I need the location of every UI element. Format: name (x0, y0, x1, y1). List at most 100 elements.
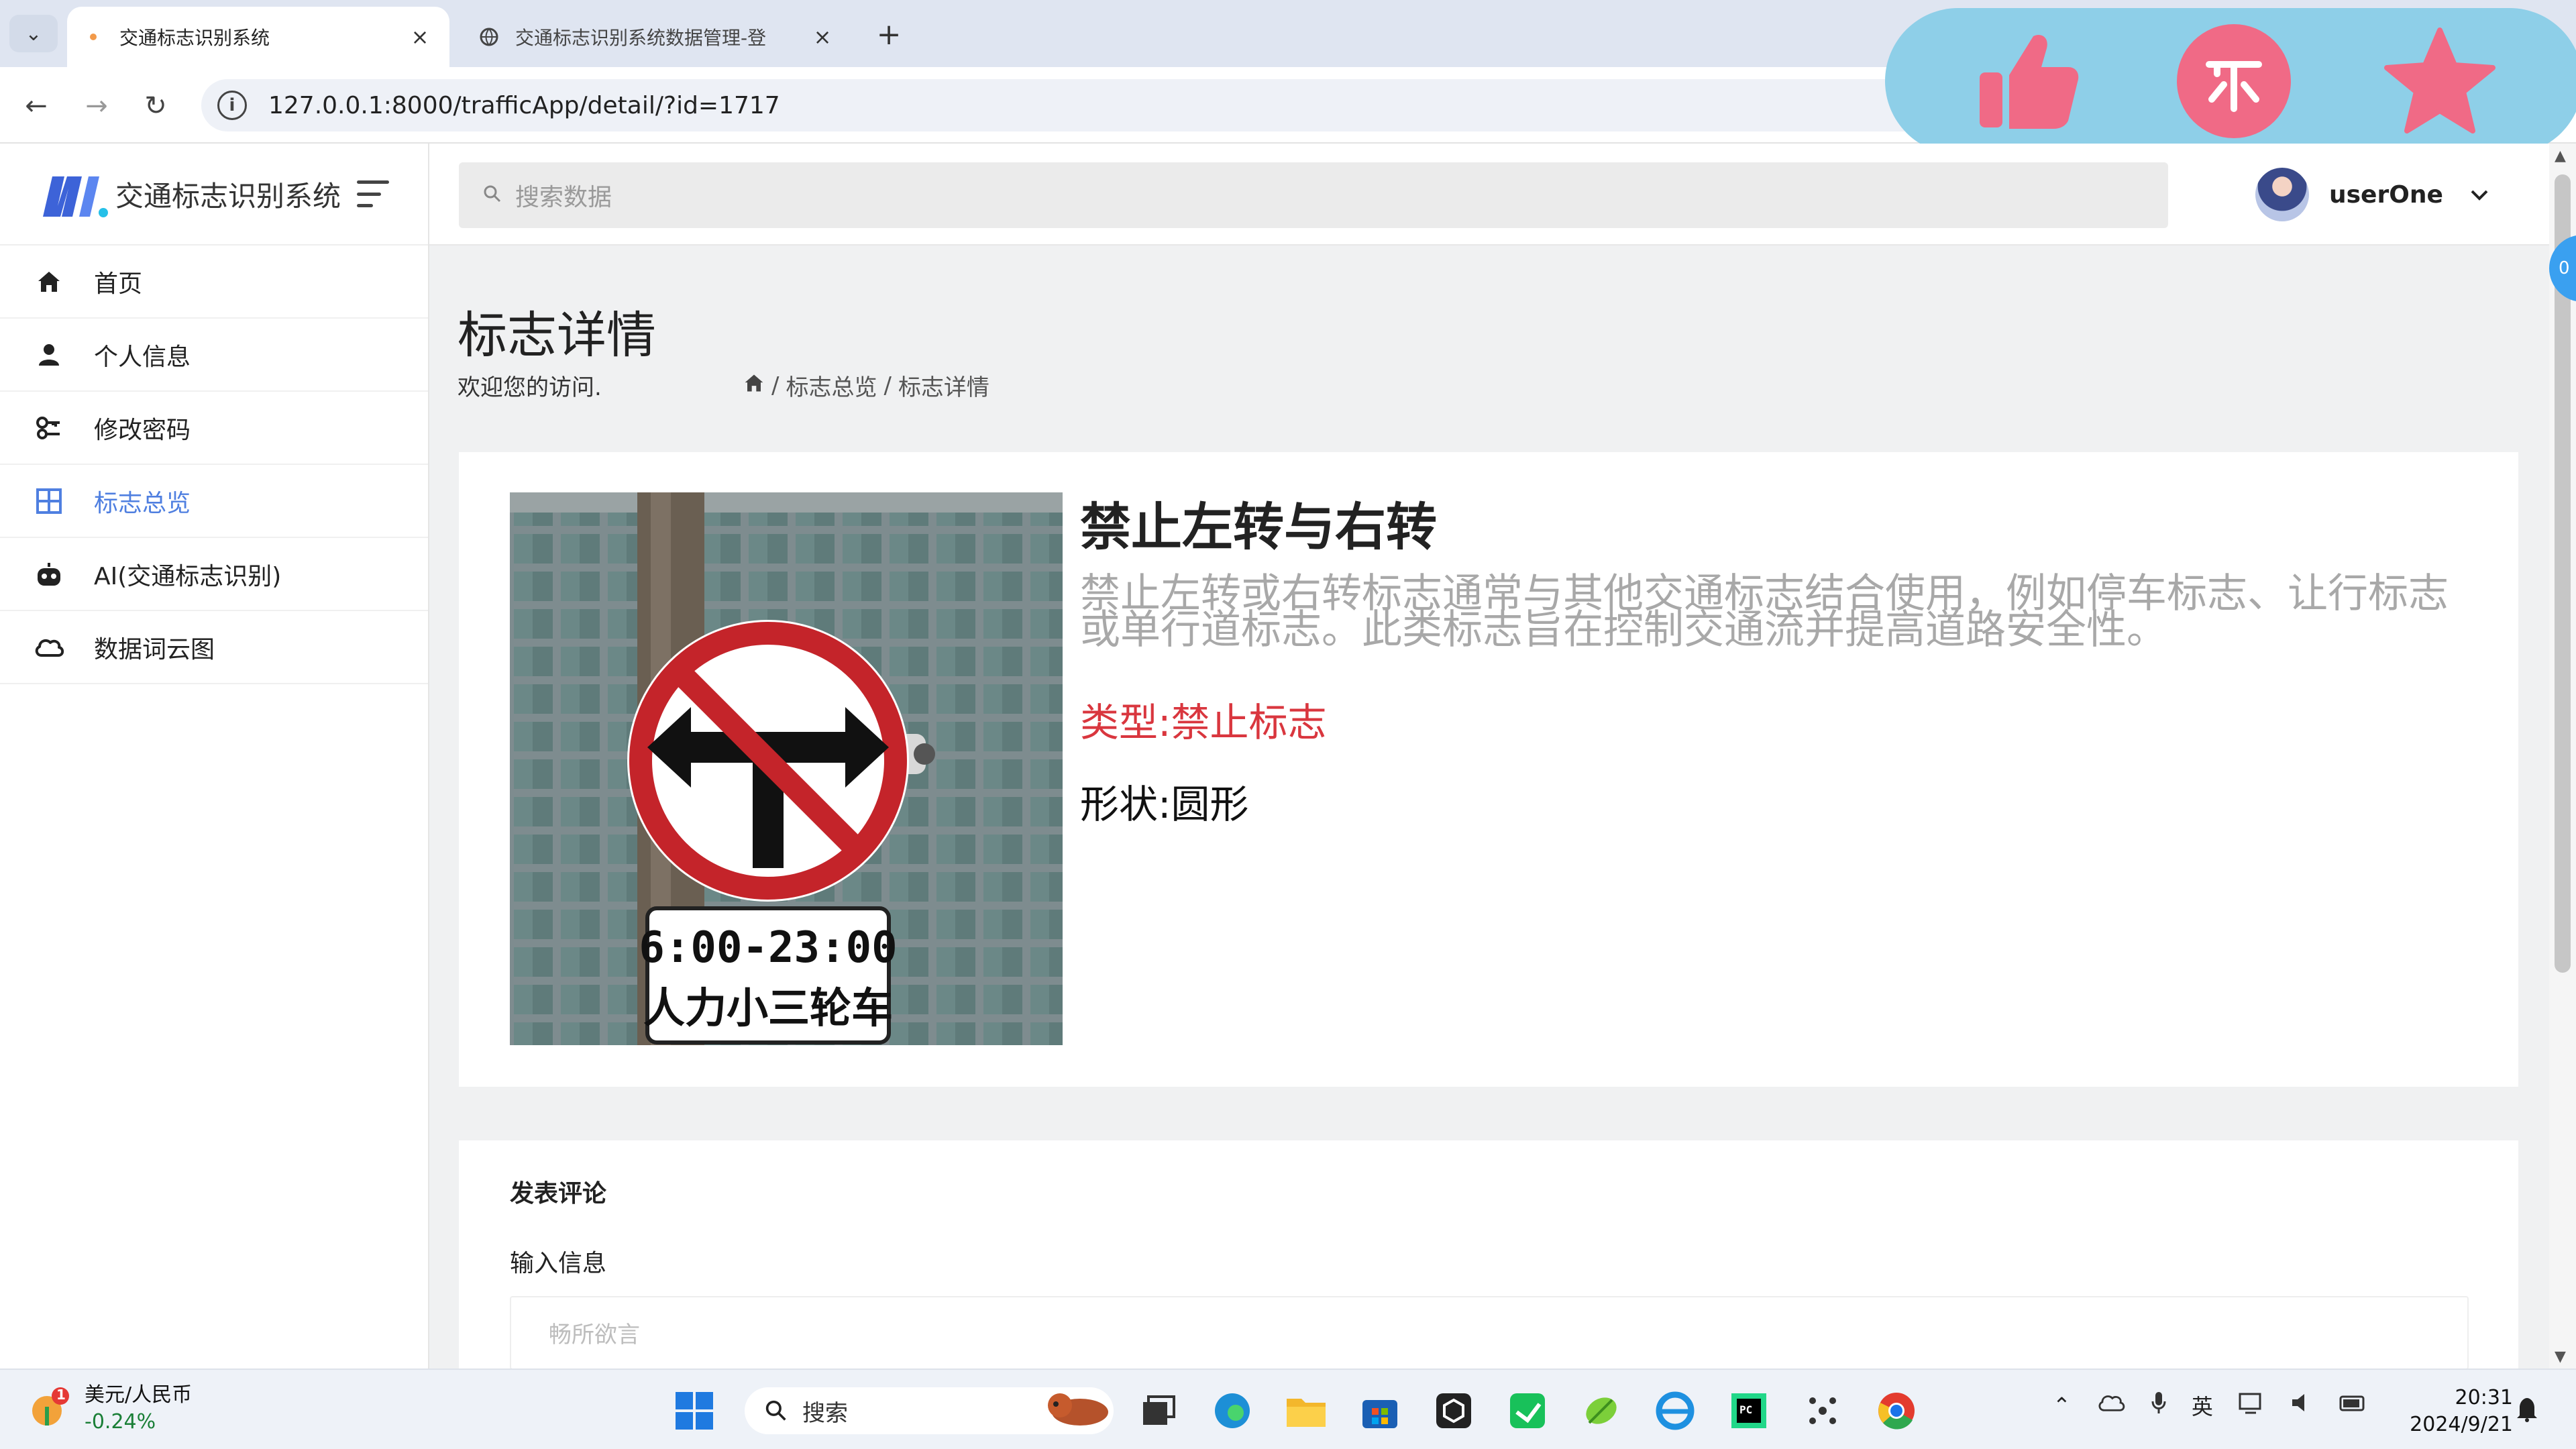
star-icon[interactable] (2383, 24, 2497, 138)
edge-icon[interactable] (1202, 1383, 1263, 1438)
key-icon (34, 413, 64, 443)
reaction-bar (1885, 8, 2576, 154)
breadcrumb-separator: / (771, 372, 780, 399)
tab-inactive[interactable]: 交通标志识别系统数据管理-登 × (463, 7, 852, 67)
sidebar-item-label: 个人信息 (94, 343, 191, 371)
wechat-icon[interactable] (1497, 1383, 1558, 1438)
widget-title: 美元/人民币 (85, 1383, 193, 1407)
sidebar-item-ai[interactable]: AI(交通标志识别) (0, 538, 428, 611)
system-tray: ⌃ 英 (2053, 1390, 2367, 1421)
page-title: 标志详情 (458, 307, 656, 364)
close-icon[interactable]: × (809, 23, 836, 50)
home-icon[interactable] (743, 372, 765, 399)
volume-icon[interactable] (2291, 1393, 2314, 1418)
tab-label: 交通标志识别系统数据管理-登 (515, 27, 767, 49)
battery-icon[interactable] (2339, 1393, 2367, 1418)
site-info-icon[interactable]: i (217, 91, 247, 120)
breadcrumb-separator: / (883, 372, 892, 399)
file-explorer-icon[interactable] (1276, 1383, 1336, 1438)
sign-image-caption: 人力小三轮车 (643, 983, 893, 1032)
grid-icon (34, 486, 64, 517)
breadcrumb-current: 标志详情 (898, 374, 989, 401)
store-icon[interactable] (1350, 1383, 1410, 1438)
brand: 交通标志识别系统 (0, 144, 428, 246)
task-view-icon[interactable] (1128, 1383, 1189, 1438)
main-content: 标志详情 欢迎您的访问. / 标志总览 / 标志详情 6:00-23:00 人力… (429, 246, 2549, 1409)
user-icon (34, 339, 64, 370)
pycharm-icon[interactable]: PC (1719, 1383, 1779, 1438)
taskbar-apps: 搜索 PC (664, 1383, 1940, 1438)
red-panda-icon (1040, 1388, 1114, 1434)
system-clock[interactable]: 20:31 2024/9/21 (2406, 1385, 2513, 1438)
new-tab-button[interactable]: + (872, 17, 906, 52)
currency-icon: 1 (27, 1387, 71, 1431)
network-app-icon[interactable] (1792, 1383, 1853, 1438)
sidebar-item-label: 数据词云图 (94, 635, 215, 663)
close-icon[interactable]: × (407, 23, 433, 50)
user-menu[interactable]: userOne (2255, 168, 2489, 221)
os-taskbar: 1 美元/人民币 -0.24% 搜索 PC ⌃ 英 20:31 2024/9/2… (0, 1368, 2576, 1449)
widget-badge: 1 (56, 1387, 66, 1403)
url-text: 127.0.0.1:8000/trafficApp/detail/?id=171… (268, 91, 780, 119)
sign-photo: 6:00-23:00 人力小三轮车 (510, 492, 1063, 1045)
onedrive-icon[interactable] (2096, 1393, 2126, 1418)
app-header: 搜索数据 userOne (429, 144, 2549, 246)
comment-input[interactable]: 畅所欲言 (510, 1296, 2469, 1370)
sign-detail-card: 6:00-23:00 人力小三轮车 禁止左转与右转 禁止左转或右转标志通常与其他… (459, 452, 2518, 1087)
breadcrumb-link[interactable]: 标志总览 (786, 369, 877, 402)
chevron-up-icon[interactable]: ⌃ (2053, 1393, 2071, 1418)
tab-active[interactable]: 交通标志识别系统 × (67, 7, 449, 67)
forward-icon[interactable]: → (78, 87, 115, 125)
sidebar: 交通标志识别系统 首页 个人信息 修改密码 标志总览 AI(交通标志识别) 数据… (0, 144, 429, 1368)
tab-list-button[interactable]: ⌄ (9, 15, 58, 52)
coin-icon[interactable] (2176, 24, 2291, 138)
back-icon[interactable]: ← (17, 87, 55, 125)
ie-icon[interactable] (1645, 1383, 1705, 1438)
comment-title: 发表评论 (510, 1180, 607, 1208)
menu-toggle-icon[interactable] (357, 180, 390, 207)
network-icon[interactable] (2239, 1391, 2265, 1419)
clock-time: 20:31 (2455, 1386, 2513, 1409)
search-input[interactable]: 搜索数据 (459, 162, 2168, 228)
comment-label: 输入信息 (510, 1250, 607, 1277)
microphone-icon[interactable] (2151, 1391, 2166, 1420)
clock-date: 2024/9/21 (2410, 1413, 2513, 1436)
sidebar-item-label: 标志总览 (94, 489, 191, 517)
reload-icon[interactable]: ↻ (137, 87, 174, 125)
sidebar-item-password[interactable]: 修改密码 (0, 392, 428, 465)
sidebar-item-wordcloud[interactable]: 数据词云图 (0, 611, 428, 684)
avatar (2255, 168, 2309, 221)
scroll-up-icon[interactable]: ▲ (2555, 148, 2566, 164)
sign-type: 类型:禁止标志 (1080, 700, 1327, 745)
cloud-icon (34, 632, 64, 663)
chrome-icon[interactable] (1866, 1383, 1927, 1438)
sign-image-time: 6:00-23:00 (639, 923, 897, 973)
widget-value: -0.24% (85, 1410, 156, 1434)
scroll-down-icon[interactable]: ▼ (2555, 1348, 2566, 1365)
like-icon[interactable] (1971, 24, 2085, 138)
notification-bell-icon[interactable] (2516, 1395, 2538, 1425)
sidebar-item-label: AI(交通标志识别) (94, 562, 282, 590)
page-scrollbar[interactable]: ▲ ▼ (2549, 144, 2576, 1368)
username: userOne (2329, 180, 2443, 209)
sidebar-item-home[interactable]: 首页 (0, 246, 428, 319)
sidebar-item-label: 修改密码 (94, 416, 191, 444)
globe-icon (479, 27, 499, 47)
search-icon (483, 182, 502, 209)
taskbar-search-label: 搜索 (802, 1399, 848, 1427)
welcome-text: 欢迎您的访问. (458, 374, 602, 401)
sidebar-item-overview[interactable]: 标志总览 (0, 465, 428, 538)
taskbar-search[interactable]: 搜索 (745, 1387, 1114, 1434)
windows-start-icon[interactable] (664, 1383, 724, 1438)
sidebar-item-label: 首页 (94, 270, 143, 298)
stock-widget[interactable]: 1 美元/人民币 -0.24% (27, 1382, 192, 1436)
sidebar-item-profile[interactable]: 个人信息 (0, 319, 428, 392)
ime-indicator[interactable]: 英 (2192, 1390, 2213, 1421)
logo-icon (43, 176, 108, 217)
svg-text:PC: PC (1739, 1403, 1752, 1416)
search-placeholder: 搜索数据 (515, 184, 612, 211)
unity-icon[interactable] (1424, 1383, 1484, 1438)
leaf-app-icon[interactable] (1571, 1383, 1631, 1438)
tab-label: 交通标志识别系统 (119, 27, 270, 49)
search-icon (765, 1400, 786, 1421)
